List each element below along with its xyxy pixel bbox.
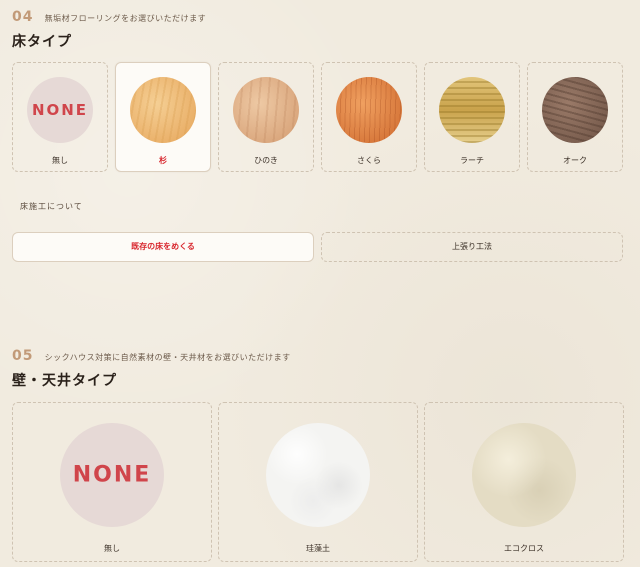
floor-option-label: さくら xyxy=(357,156,381,165)
hinoki-wood-icon xyxy=(233,77,299,143)
sakura-wood-icon xyxy=(336,77,402,143)
floor-option-label: 無し xyxy=(52,156,68,165)
oak-wood-icon xyxy=(542,77,608,143)
none-badge-text: NONE xyxy=(31,101,89,119)
floor-option-none[interactable]: NONE 無し xyxy=(12,62,108,172)
floor-option-label: 杉 xyxy=(159,156,167,165)
larch-wood-icon xyxy=(439,77,505,143)
wall-option-label: 珪藻土 xyxy=(306,544,330,553)
eco-cloth-texture-icon xyxy=(472,423,576,527)
section-subtitle: 無垢材フローリングをお選びいただけます xyxy=(44,14,207,23)
method-overlay-button[interactable]: 上張り工法 xyxy=(321,232,623,262)
section-title: 床タイプ xyxy=(12,34,72,50)
wall-option-eco-cloth[interactable]: エコクロス xyxy=(424,402,624,562)
section-title: 壁・天井タイプ xyxy=(12,373,117,389)
sugi-wood-icon xyxy=(130,77,196,143)
wall-option-label: エコクロス xyxy=(504,544,544,553)
floor-option-label: ラーチ xyxy=(460,156,484,165)
floor-option-label: オーク xyxy=(563,156,587,165)
floor-option-sugi[interactable]: 杉 xyxy=(115,62,211,172)
method-remove-existing-floor-button[interactable]: 既存の床をめくる xyxy=(12,232,314,262)
floor-option-sakura[interactable]: さくら xyxy=(321,62,417,172)
wall-option-diatomite[interactable]: 珪藻土 xyxy=(218,402,418,562)
section-number: 04 xyxy=(12,9,34,25)
none-badge-text: NONE xyxy=(72,462,152,488)
section-subtitle: シックハウス対策に自然素材の壁・天井材をお選びいただけます xyxy=(44,353,291,362)
construction-heading: 床施工について xyxy=(20,202,83,211)
diatomite-texture-icon xyxy=(266,423,370,527)
none-badge-circle: NONE xyxy=(60,423,164,527)
floor-option-label: ひのき xyxy=(254,156,278,165)
section-05-header: 05 シックハウス対策に自然素材の壁・天井材をお選びいただけます 壁・天井タイプ xyxy=(12,345,291,390)
wall-option-label: 無し xyxy=(104,544,120,553)
none-badge-circle: NONE xyxy=(27,77,93,143)
section-number: 05 xyxy=(12,348,34,364)
floor-option-hinoki[interactable]: ひのき xyxy=(218,62,314,172)
section-04-header: 04 無垢材フローリングをお選びいただけます 床タイプ xyxy=(12,6,206,51)
wall-option-none[interactable]: NONE 無し xyxy=(12,402,212,562)
floor-option-oak[interactable]: オーク xyxy=(527,62,623,172)
floor-option-larch[interactable]: ラーチ xyxy=(424,62,520,172)
